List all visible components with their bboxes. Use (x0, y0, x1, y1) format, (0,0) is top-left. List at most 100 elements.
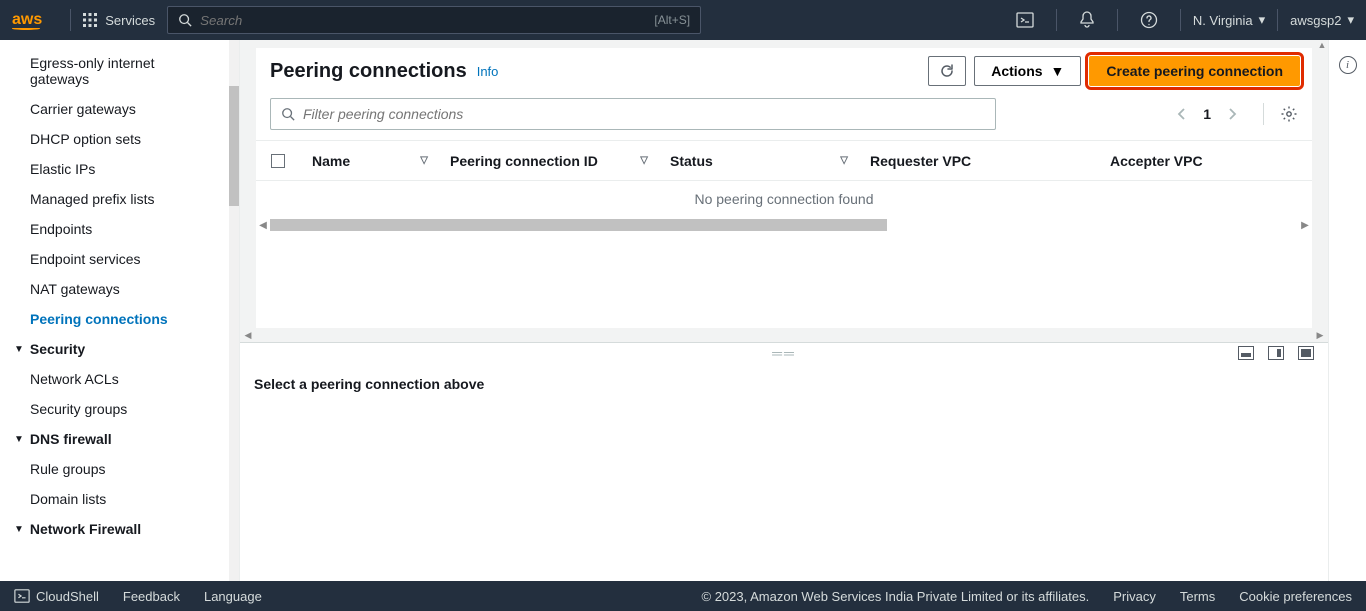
detail-layout-toggles (1238, 346, 1314, 360)
detail-empty-message: Select a peering connection above (254, 376, 1314, 392)
aws-logo-text: aws (12, 11, 42, 28)
cloudshell-icon (14, 588, 30, 604)
search-icon (178, 13, 192, 27)
info-link[interactable]: Info (477, 64, 499, 79)
user-menu[interactable]: awsgsp2 ▾ (1290, 12, 1354, 28)
actions-button[interactable]: Actions ▼ (974, 56, 1081, 86)
sidebar-section-label: Security (30, 341, 85, 357)
cloudshell-button[interactable]: CloudShell (14, 588, 99, 604)
pagination: 1 (1177, 103, 1298, 125)
sidebar-item-rule-groups[interactable]: Rule groups (0, 454, 239, 484)
sidebar-scrollbar-thumb[interactable] (229, 86, 239, 206)
terms-link[interactable]: Terms (1180, 589, 1215, 604)
cloudshell-icon-top[interactable] (1016, 11, 1034, 29)
sidebar-item-managed-prefix-lists[interactable]: Managed prefix lists (0, 184, 239, 214)
region-selector[interactable]: N. Virginia ▾ (1193, 12, 1265, 28)
sidebar-section-network-firewall[interactable]: ▼ Network Firewall (0, 514, 239, 544)
scroll-up-icon[interactable]: ▲ (1316, 40, 1328, 52)
page-number: 1 (1203, 106, 1211, 122)
bottom-bar: CloudShell Feedback Language © 2023, Ama… (0, 581, 1366, 611)
actions-label: Actions (991, 63, 1042, 79)
sort-icon: ▽ (840, 155, 848, 166)
refresh-button[interactable] (928, 56, 966, 86)
panel-splitter[interactable]: ══ (240, 342, 1328, 362)
right-info-rail: i (1328, 40, 1366, 581)
sidebar-item-endpoint-services[interactable]: Endpoint services (0, 244, 239, 274)
sidebar-section-dns-firewall[interactable]: ▼DNS firewall (0, 424, 239, 454)
hscroll-thumb[interactable] (270, 219, 887, 231)
th-accepter-vpc[interactable]: Accepter VPC (1098, 153, 1312, 169)
checkbox-icon[interactable] (271, 154, 285, 168)
th-requester-vpc[interactable]: Requester VPC (858, 153, 1098, 169)
page-next-button[interactable] (1227, 107, 1237, 121)
cloudshell-label: CloudShell (36, 589, 99, 604)
th-select-all[interactable] (256, 154, 300, 168)
refresh-icon (939, 63, 955, 79)
sidebar-item-carrier-gateways[interactable]: Carrier gateways (0, 94, 239, 124)
sidebar-item-nat-gateways[interactable]: NAT gateways (0, 274, 239, 304)
th-status[interactable]: Status▽ (658, 153, 858, 169)
sidebar-item-dhcp-option-sets[interactable]: DHCP option sets (0, 124, 239, 154)
filter-input[interactable] (303, 106, 985, 122)
user-label: awsgsp2 (1290, 13, 1341, 28)
global-search[interactable]: [Alt+S] (167, 6, 701, 34)
layout-bottom-icon[interactable] (1238, 346, 1254, 360)
scroll-left-icon[interactable]: ◀ (256, 220, 270, 231)
hscroll-track[interactable] (270, 219, 1298, 231)
sidebar-item-peering-connections[interactable]: Peering connections (0, 304, 239, 334)
cookie-preferences-link[interactable]: Cookie preferences (1239, 589, 1352, 604)
sidebar-item-endpoints[interactable]: Endpoints (0, 214, 239, 244)
main-content: ▲ Peering connections Info Actions ▼ Cre… (240, 40, 1328, 581)
sidebar-item-egress-gateways[interactable]: Egress-only internet gateways (0, 48, 239, 94)
scroll-right-icon[interactable]: ▶ (1314, 330, 1326, 341)
layout-full-icon[interactable] (1298, 346, 1314, 360)
language-link[interactable]: Language (204, 589, 262, 604)
table-settings-button[interactable] (1280, 105, 1298, 123)
caret-down-icon: ▾ (1347, 12, 1354, 28)
triangle-down-icon: ▼ (14, 524, 24, 535)
nav-divider (1117, 9, 1118, 31)
scroll-right-icon[interactable]: ▶ (1298, 220, 1312, 231)
caret-down-icon: ▾ (1259, 12, 1266, 28)
sidebar-item-elastic-ips[interactable]: Elastic IPs (0, 154, 239, 184)
sidebar-item-network-acls[interactable]: Network ACLs (0, 364, 239, 394)
create-button-label: Create peering connection (1106, 63, 1283, 79)
th-name[interactable]: Name▽ (300, 153, 438, 169)
table-header: Name▽ Peering connection ID▽ Status▽ Req… (256, 141, 1312, 181)
aws-logo[interactable]: aws (12, 11, 42, 30)
notifications-icon[interactable] (1079, 11, 1095, 29)
sidebar-item-security-groups[interactable]: Security groups (0, 394, 239, 424)
feedback-link[interactable]: Feedback (123, 589, 180, 604)
filter-row: 1 (256, 94, 1312, 140)
triangle-down-icon: ▼ (14, 344, 24, 355)
help-icon[interactable] (1140, 11, 1158, 29)
detail-panel: Select a peering connection above (240, 362, 1328, 581)
sort-icon: ▽ (640, 155, 648, 166)
sidebar-section-label: Network Firewall (30, 521, 141, 537)
page-prev-button[interactable] (1177, 107, 1187, 121)
sidebar-section-label: DNS firewall (30, 431, 112, 447)
search-input[interactable] (200, 13, 690, 28)
sidebar-section-security[interactable]: ▼ Security (0, 334, 239, 364)
filter-input-wrapper[interactable] (270, 98, 996, 130)
sidebar: Egress-only internet gateways Carrier ga… (0, 40, 240, 581)
caret-down-icon: ▼ (1051, 63, 1065, 79)
panel-horizontal-scrollbar[interactable]: ◀ ▶ (240, 328, 1328, 342)
peering-connections-table: Name▽ Peering connection ID▽ Status▽ Req… (256, 140, 1312, 217)
privacy-link[interactable]: Privacy (1113, 589, 1156, 604)
scroll-left-icon[interactable]: ◀ (242, 330, 254, 341)
services-menu-button[interactable]: Services (83, 13, 155, 28)
layout-side-icon[interactable] (1268, 346, 1284, 360)
sidebar-item-domain-lists[interactable]: Domain lists (0, 484, 239, 514)
divider (1263, 103, 1264, 125)
nav-divider (1180, 9, 1181, 31)
nav-divider (70, 9, 71, 31)
panel-header: Peering connections Info Actions ▼ Creat… (256, 48, 1312, 94)
th-peering-connection-id[interactable]: Peering connection ID▽ (438, 153, 658, 169)
region-label: N. Virginia (1193, 13, 1253, 28)
create-peering-connection-button[interactable]: Create peering connection (1089, 56, 1300, 86)
info-panel-toggle[interactable]: i (1339, 56, 1357, 74)
table-horizontal-scrollbar[interactable]: ◀ ▶ (256, 217, 1312, 233)
nav-divider (1056, 9, 1057, 31)
panel-title: Peering connections (270, 60, 467, 83)
